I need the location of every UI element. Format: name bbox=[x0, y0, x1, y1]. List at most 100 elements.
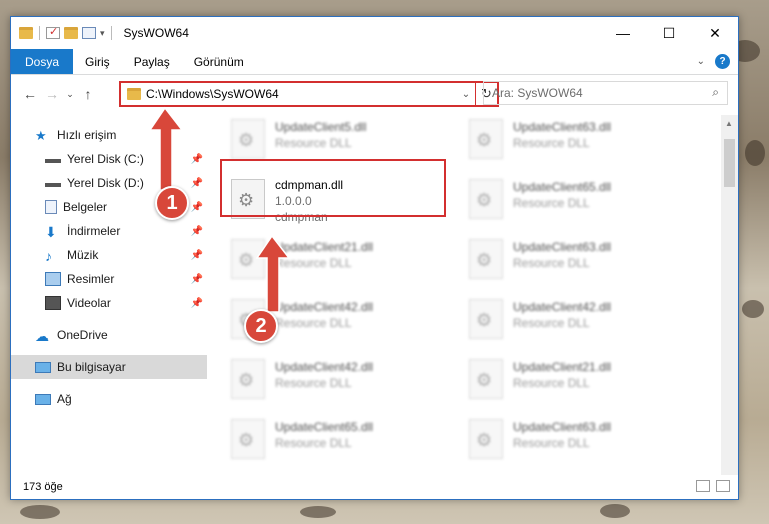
file-description: Resource DLL bbox=[513, 136, 590, 150]
file-tile[interactable]: UpdateClient42.dll Resource DLL bbox=[231, 355, 461, 409]
file-name: UpdateClient21.dll bbox=[275, 240, 374, 254]
search-icon[interactable]: ⌕ bbox=[712, 85, 719, 100]
scrollbar-thumb[interactable] bbox=[724, 139, 735, 187]
dll-file-icon bbox=[469, 359, 503, 399]
file-description: Resource DLL bbox=[275, 376, 352, 390]
dll-file-icon bbox=[231, 119, 265, 159]
file-name: UpdateClient63.dll bbox=[513, 240, 612, 254]
tab-view[interactable]: Görünüm bbox=[182, 49, 256, 74]
file-description: Resource DLL bbox=[275, 436, 352, 450]
maximize-button[interactable]: ☐ bbox=[646, 17, 692, 49]
folder-icon[interactable] bbox=[19, 27, 33, 39]
pin-icon[interactable]: 📌 bbox=[191, 274, 203, 285]
file-tile[interactable]: UpdateClient65.dll Resource DLL bbox=[469, 175, 699, 229]
status-bar: 173 öğe bbox=[11, 475, 738, 499]
sidebar-item-onedrive[interactable]: ☁ OneDrive bbox=[11, 323, 207, 347]
callout-2: 2 bbox=[244, 309, 278, 343]
file-description: Resource DLL bbox=[275, 136, 352, 150]
pictures-icon bbox=[45, 272, 61, 286]
sidebar-item-label: OneDrive bbox=[57, 328, 108, 342]
sidebar-item-label: Hızlı erişim bbox=[57, 128, 117, 142]
sidebar-item-videos[interactable]: Videolar 📌 bbox=[11, 291, 207, 315]
address-field[interactable]: C:\Windows\SysWOW64 ⌄ ↻ bbox=[119, 81, 499, 107]
large-icons-view-icon[interactable] bbox=[716, 480, 730, 492]
file-tile[interactable]: UpdateClient63.dll Resource DLL bbox=[469, 235, 699, 289]
address-dropdown-icon[interactable]: ⌄ bbox=[457, 89, 475, 100]
dll-file-icon bbox=[231, 419, 265, 459]
file-name: UpdateClient63.dll bbox=[513, 420, 612, 434]
recent-locations-icon[interactable]: ⌄ bbox=[63, 89, 77, 100]
pin-icon[interactable]: 📌 bbox=[191, 202, 203, 213]
tab-share[interactable]: Paylaş bbox=[122, 49, 182, 74]
title-bar: ▾ SysWOW64 — ☐ ✕ bbox=[11, 17, 738, 49]
file-tile[interactable]: UpdateClient21.dll Resource DLL bbox=[231, 235, 461, 289]
sidebar-item-network[interactable]: Ağ bbox=[11, 387, 207, 411]
file-name: UpdateClient42.dll bbox=[513, 300, 612, 314]
sidebar-item-quick-access[interactable]: ★ Hızlı erişim bbox=[11, 123, 207, 147]
dll-file-icon bbox=[469, 119, 503, 159]
sidebar-item-label: Yerel Disk (C:) bbox=[67, 152, 144, 166]
sidebar-item-disk-c[interactable]: Yerel Disk (C:) 📌 bbox=[11, 147, 207, 171]
new-folder-icon[interactable] bbox=[64, 27, 78, 39]
file-description: Resource DLL bbox=[275, 316, 352, 330]
back-arrow-icon[interactable]: ← bbox=[19, 86, 41, 102]
sidebar-item-music[interactable]: ♪ Müzik 📌 bbox=[11, 243, 207, 267]
tab-file[interactable]: Dosya bbox=[11, 49, 74, 74]
sidebar-item-label: Ağ bbox=[57, 392, 72, 406]
search-input[interactable]: Ara: SysWOW64 ⌕ bbox=[483, 81, 728, 105]
pin-icon[interactable]: 📌 bbox=[191, 226, 203, 237]
pin-icon[interactable]: 📌 bbox=[191, 250, 203, 261]
file-tile[interactable]: UpdateClient42.dll Resource DLL bbox=[469, 295, 699, 349]
pin-icon[interactable]: 📌 bbox=[191, 154, 203, 165]
forward-arrow-icon[interactable]: → bbox=[41, 86, 63, 102]
sidebar-item-this-pc[interactable]: Bu bilgisayar bbox=[11, 355, 207, 379]
documents-icon bbox=[45, 200, 57, 214]
minimize-button[interactable]: — bbox=[600, 17, 646, 49]
scroll-up-icon[interactable]: ▲ bbox=[725, 119, 733, 128]
sidebar-item-label: Müzik bbox=[67, 248, 99, 262]
toolbar-divider bbox=[110, 26, 112, 40]
sidebar-item-label: Bu bilgisayar bbox=[57, 360, 126, 374]
callout-1: 1 bbox=[155, 186, 189, 220]
file-description: Resource DLL bbox=[513, 196, 590, 210]
computer-icon bbox=[35, 361, 51, 373]
target-file-highlight bbox=[220, 159, 446, 217]
navigation-pane: ★ Hızlı erişim Yerel Disk (C:) 📌 Yerel D… bbox=[11, 115, 207, 475]
tab-home[interactable]: Giriş bbox=[73, 49, 122, 74]
address-bar-row: ← → ⌄ ↑ C:\Windows\SysWOW64 ⌄ ↻ Ara: Sys… bbox=[11, 75, 738, 113]
drive-icon bbox=[45, 155, 61, 163]
vertical-scrollbar[interactable]: ▲ bbox=[721, 115, 738, 475]
file-description: Resource DLL bbox=[513, 256, 590, 270]
music-note-icon: ♪ bbox=[45, 248, 52, 264]
window-title: SysWOW64 bbox=[123, 26, 189, 40]
dll-file-icon bbox=[231, 239, 265, 279]
sidebar-item-pictures[interactable]: Resimler 📌 bbox=[11, 267, 207, 291]
address-path[interactable]: C:\Windows\SysWOW64 bbox=[146, 87, 279, 101]
drive-icon bbox=[45, 179, 61, 187]
file-description: Resource DLL bbox=[513, 376, 590, 390]
file-name: UpdateClient5.dll bbox=[275, 120, 367, 134]
pin-icon[interactable]: 📌 bbox=[191, 298, 203, 309]
file-tile[interactable]: UpdateClient63.dll Resource DLL bbox=[469, 415, 699, 469]
close-button[interactable]: ✕ bbox=[692, 17, 738, 49]
star-icon: ★ bbox=[35, 128, 47, 143]
dll-file-icon bbox=[469, 419, 503, 459]
dll-file-icon bbox=[469, 239, 503, 279]
file-tile[interactable]: UpdateClient63.dll Resource DLL bbox=[469, 115, 699, 169]
file-tile[interactable]: UpdateClient65.dll Resource DLL bbox=[231, 415, 461, 469]
file-name: UpdateClient63.dll bbox=[513, 120, 612, 134]
pin-icon[interactable]: 📌 bbox=[191, 178, 203, 189]
customize-toolbar-icon[interactable]: ▾ bbox=[100, 28, 105, 39]
file-name: UpdateClient65.dll bbox=[513, 180, 612, 194]
sidebar-item-label: Yerel Disk (D:) bbox=[67, 176, 144, 190]
network-icon bbox=[35, 393, 51, 405]
up-arrow-icon[interactable]: ↑ bbox=[77, 86, 99, 102]
cloud-icon: ☁ bbox=[35, 328, 49, 344]
sidebar-item-downloads[interactable]: ⬇ İndirmeler 📌 bbox=[11, 219, 207, 243]
properties-check-icon[interactable] bbox=[46, 25, 60, 39]
file-tile[interactable]: UpdateClient21.dll Resource DLL bbox=[469, 355, 699, 409]
help-icon[interactable]: ? bbox=[715, 54, 730, 69]
properties-icon[interactable] bbox=[82, 27, 96, 39]
details-view-icon[interactable] bbox=[696, 480, 710, 492]
expand-ribbon-icon[interactable]: ⌄ bbox=[697, 56, 705, 67]
